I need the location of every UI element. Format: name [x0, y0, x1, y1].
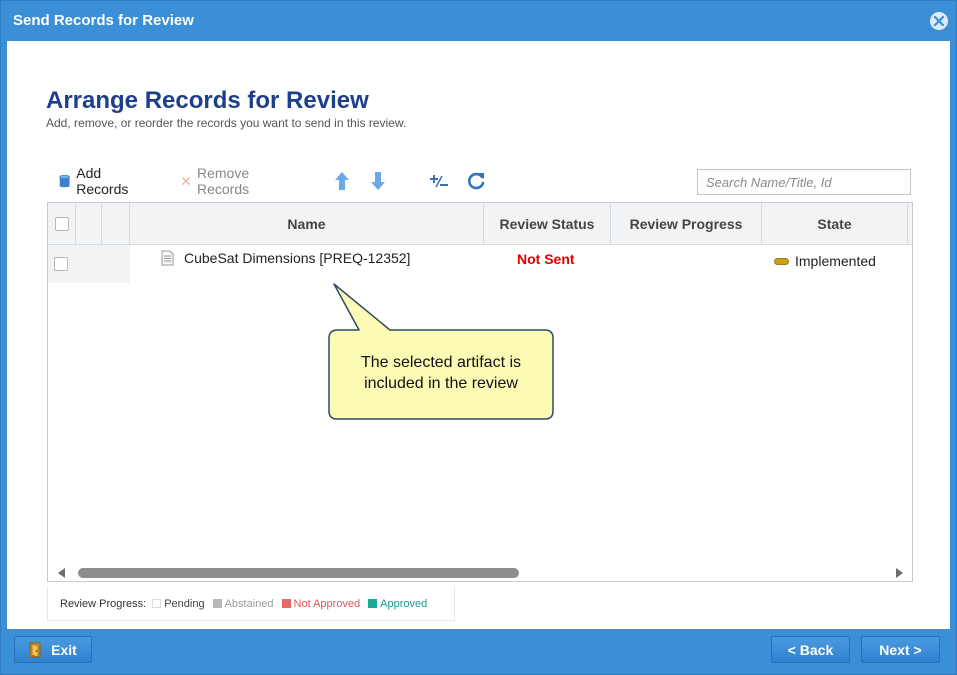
legend-item-abstained: Abstained	[212, 597, 274, 610]
approved-swatch	[368, 599, 378, 608]
select-all-checkbox[interactable]	[54, 217, 69, 231]
legend-text: Pending	[164, 597, 205, 610]
send-records-dialog: Send Records for Review Arrange Records …	[0, 0, 957, 675]
back-button[interactable]: < Back	[771, 636, 850, 663]
legend-item-not-approved: Not Approved	[281, 597, 361, 610]
remove-icon	[182, 177, 190, 185]
close-icon[interactable]	[930, 12, 948, 30]
exit-label: Exit	[51, 641, 77, 658]
grid-header: Name Review Status Review Progress State	[48, 203, 912, 245]
document-icon	[161, 250, 174, 266]
refresh-button[interactable]	[466, 169, 486, 193]
column-header-review-status[interactable]: Review Status	[484, 203, 611, 245]
legend-text: Not Approved	[293, 597, 361, 610]
state-value: Implemented	[795, 253, 876, 269]
exit-door-icon	[29, 642, 41, 657]
review-status-value: Not Sent	[517, 251, 575, 267]
expand-collapse-button[interactable]	[429, 169, 449, 193]
move-up-button[interactable]	[334, 169, 350, 193]
legend-text: Abstained	[224, 597, 274, 610]
add-records-label: Add Records	[76, 165, 129, 197]
search-input[interactable]	[697, 169, 911, 195]
dialog-title: Send Records for Review	[13, 12, 194, 29]
dialog-content: Arrange Records for Review Add, remove, …	[7, 41, 950, 629]
not-approved-swatch	[281, 599, 291, 608]
row-selector-cell	[48, 245, 130, 283]
scroll-left-icon[interactable]	[58, 568, 66, 578]
legend-label: Review Progress:	[60, 597, 147, 610]
state-indicator-icon	[774, 257, 789, 265]
scrollbar-thumb[interactable]	[78, 568, 519, 578]
next-button[interactable]: Next >	[861, 636, 940, 663]
header-blank-column	[102, 203, 130, 245]
record-name-cell[interactable]: CubeSat Dimensions [PREQ-12352]	[161, 250, 410, 266]
column-header-state[interactable]: State	[762, 203, 908, 245]
legend-item-approved: Approved	[368, 598, 427, 610]
dialog-titlebar: Send Records for Review	[1, 1, 956, 41]
row-checkbox[interactable]	[54, 257, 68, 271]
move-down-button[interactable]	[370, 169, 386, 193]
page-subtitle: Add, remove, or reorder the records you …	[46, 116, 407, 130]
state-cell: Implemented	[774, 253, 876, 269]
refresh-icon	[468, 172, 485, 190]
column-header-review-progress[interactable]: Review Progress	[611, 203, 762, 245]
horizontal-scrollbar[interactable]	[48, 563, 912, 581]
page-title: Arrange Records for Review	[46, 87, 369, 114]
remove-records-label: Remove Records	[197, 165, 250, 197]
header-blank-column	[76, 203, 102, 245]
record-name: CubeSat Dimensions [PREQ-12352]	[184, 250, 411, 266]
plus-minus-icon	[430, 175, 448, 188]
remove-records-button[interactable]: Remove Records	[181, 165, 257, 197]
select-all-cell	[48, 203, 76, 245]
scroll-right-icon[interactable]	[895, 568, 903, 578]
records-grid: Name Review Status Review Progress State…	[47, 202, 913, 582]
column-header-name[interactable]: Name	[130, 203, 484, 245]
table-row[interactable]: CubeSat Dimensions [PREQ-12352] Not Sent…	[48, 245, 912, 283]
arrow-up-icon	[335, 172, 349, 190]
review-progress-legend: Review Progress: Pending Abstained Not A…	[47, 587, 455, 621]
database-icon	[59, 174, 70, 187]
abstained-swatch	[212, 599, 222, 608]
pending-swatch	[152, 599, 162, 608]
legend-text: Approved	[380, 597, 428, 610]
add-records-button[interactable]: Add Records	[59, 165, 133, 197]
legend-item-pending: Pending	[152, 597, 205, 610]
arrow-down-icon	[371, 172, 385, 190]
exit-button[interactable]: Exit	[14, 636, 92, 663]
